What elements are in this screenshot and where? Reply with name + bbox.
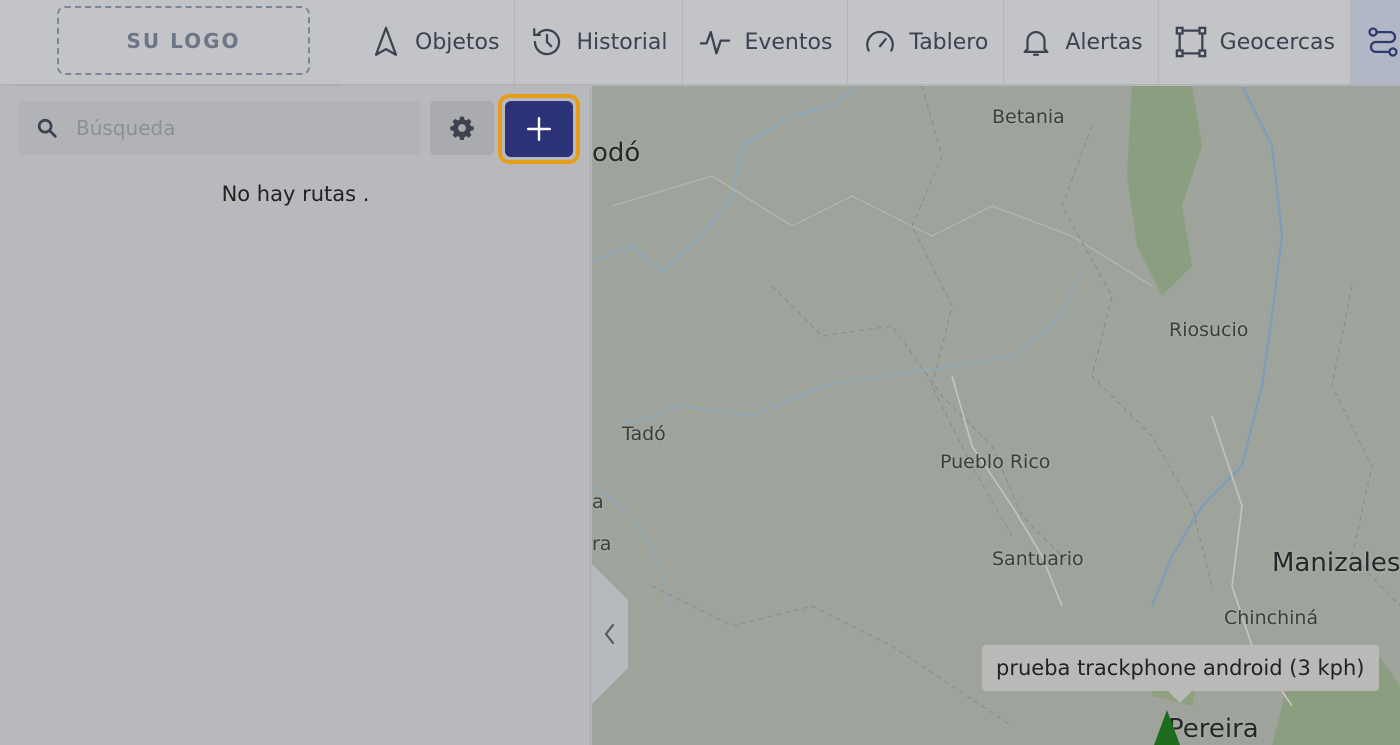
navigation-arrow-icon [374,26,398,56]
logo-placeholder[interactable]: SU LOGO [57,6,310,75]
map-label: odó [592,138,641,168]
map-label: Betania [992,106,1065,128]
map-label: a [592,491,604,513]
nav-label: Objetos [415,29,500,55]
route-icon [1368,27,1398,57]
nav-item-rutas[interactable]: R [1350,0,1400,84]
search-icon [37,118,57,138]
add-route-highlight [498,94,580,164]
nav-item-objetos[interactable]: Objetos [355,0,516,84]
map-label: Tadó [622,423,666,445]
routes-sidebar: No hay rutas . [0,86,591,745]
tooltip-text: prueba trackphone android (3 kph) [996,656,1365,680]
nav-item-alertas[interactable]: Alertas [1004,0,1159,84]
bell-icon [1023,31,1049,56]
nav-item-geocercas[interactable]: Geocercas [1159,0,1351,84]
map-label: Santuario [992,548,1084,570]
nav-label: Eventos [744,29,833,55]
gauge-icon [866,30,895,52]
nav-item-tablero[interactable]: Tablero [848,0,1005,84]
tooltip-arrow [1168,691,1192,703]
logo-text: SU LOGO [126,28,241,53]
collapse-sidebar-handle[interactable] [592,564,628,704]
map-label: Manizales [1272,548,1400,578]
settings-button[interactable] [430,101,494,155]
empty-routes-message: No hay rutas . [221,182,370,206]
plus-icon [526,116,552,142]
nav-item-historial[interactable]: Historial [515,0,684,84]
map-label: Riosucio [1169,319,1249,341]
nav-label: Historial [576,29,668,55]
search-box [18,101,420,155]
history-icon [533,28,561,56]
map-view[interactable]: odó Betania Riosucio Tadó Pueblo Rico a … [592,86,1400,745]
activity-pulse-icon [700,30,731,55]
map-label: Chinchiná [1224,607,1319,629]
geofence-square-icon [1175,26,1206,58]
nav-item-eventos[interactable]: Eventos [683,0,849,84]
map-label: ra [592,533,612,555]
gear-icon [450,116,474,141]
nav-label: Alertas [1065,29,1143,55]
nav-label: Tablero [909,29,989,55]
search-input[interactable] [74,115,398,141]
map-label: Pueblo Rico [940,451,1051,473]
nav-label: Geocercas [1219,29,1335,55]
device-marker-icon[interactable] [1154,710,1180,745]
main-nav: Objetos Historial Eventos Tablero Alerta… [355,0,1400,84]
map-label: Pereira [1168,714,1259,744]
add-route-button[interactable] [505,101,573,157]
top-bar: SU LOGO Objetos Historial Eventos Tabler… [0,0,1400,85]
device-tooltip: prueba trackphone android (3 kph) [982,645,1379,691]
